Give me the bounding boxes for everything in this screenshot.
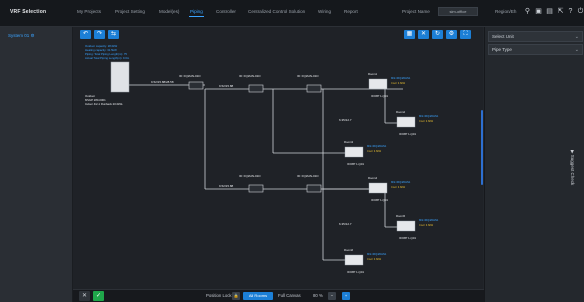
branch-joint[interactable] <box>248 84 264 93</box>
branch-joint[interactable] <box>306 84 322 93</box>
bottom-toolbar: ✕ ✓ Position Lock 🔒 All Rooms Full Canva… <box>73 289 484 302</box>
svg-text:MI2-36Q4/DHN1: MI2-36Q4/DHN1 <box>367 144 387 148</box>
branch-label: ID: FQZHN-01D <box>297 174 319 178</box>
user-icon[interactable]: ⚲ <box>524 8 531 15</box>
nav-my-projects[interactable]: My Projects <box>77 9 101 14</box>
svg-text:ID:DBT 1-Q4/1: ID:DBT 1-Q4/1 <box>399 132 417 136</box>
save-icon[interactable]: ▣ <box>535 8 542 15</box>
all-rooms-button[interactable]: All Rooms <box>243 292 273 300</box>
pipe-type-label: Pipe Type <box>492 47 512 52</box>
svg-text:MI2-36Q4/DHN1: MI2-36Q4/DHN1 <box>367 252 387 256</box>
project-name-field[interactable]: sim-office <box>438 7 478 16</box>
branch-joint[interactable] <box>248 184 264 193</box>
svg-text:ID:DBT 1-Q4/1: ID:DBT 1-Q4/1 <box>347 162 365 166</box>
project-name-label: Project Name <box>402 9 430 14</box>
confirm-button[interactable]: ✓ <box>93 291 104 301</box>
svg-text:Cool: 3.6kW: Cool: 3.6kW <box>367 149 382 153</box>
branch-label: ID: FQZHN-01D <box>239 74 261 78</box>
suggest-check-tab[interactable]: ▶ Suggest Check <box>567 150 577 200</box>
svg-text:MI2-36Q4/DHN1: MI2-36Q4/DHN1 <box>391 180 411 184</box>
chevron-down-icon: ⌄ <box>574 47 579 53</box>
branch-joint[interactable] <box>188 81 204 90</box>
app-title: VRF Selection <box>10 9 47 15</box>
nav-centralized-control[interactable]: Centralized Control Solution <box>248 9 305 14</box>
help-icon[interactable]: ? <box>567 8 574 15</box>
indoor-unit-4[interactable]: Room4 MI2-36Q4/DHN1 Cool: 3.6kW ID:DBT 1… <box>368 176 411 202</box>
svg-text:Room6: Room6 <box>344 248 353 252</box>
svg-text:MI2-36Q4/DHN1: MI2-36Q4/DHN1 <box>419 218 439 222</box>
pipe-label: 6.35/12.7 <box>339 118 352 122</box>
pipe-label: 6.35/12.7 <box>339 222 352 226</box>
svg-text:Cool: 3.6kW: Cool: 3.6kW <box>419 119 434 123</box>
select-unit-dropdown[interactable]: Select Unit ⌄ <box>488 31 583 42</box>
nav-controller[interactable]: Controller <box>216 9 236 14</box>
export-icon[interactable]: ⇱ <box>557 8 564 15</box>
svg-text:Room4: Room4 <box>368 176 377 180</box>
branch-joint[interactable] <box>306 184 322 193</box>
piping-diagram: ID: FQZHN-01D ID: FQZHN-01D ID: FQZHN-01… <box>85 44 439 274</box>
lock-icon[interactable]: 🔒 <box>232 292 240 300</box>
nav-project-setting[interactable]: Project Setting <box>115 9 145 14</box>
svg-text:Room1: Room1 <box>368 72 377 76</box>
nav-report[interactable]: Report <box>344 9 358 14</box>
branch-label: ID: FQZHN-01D <box>179 74 201 78</box>
select-unit-label: Select Unit <box>492 34 514 39</box>
zoom-level: 80 % <box>313 293 323 298</box>
chevron-down-icon: ⌄ <box>574 34 579 40</box>
svg-text:Cool: 3.6kW: Cool: 3.6kW <box>391 185 406 189</box>
region-selector[interactable]: Region/Eh <box>495 9 516 14</box>
logout-icon[interactable]: ⏻ <box>577 8 584 15</box>
svg-text:Room3: Room3 <box>344 140 353 144</box>
indoor-unit-3[interactable]: Room3 MI2-36Q4/DHN1 Cool: 3.6kW ID:DBT 1… <box>344 140 387 166</box>
indoor-unit-5[interactable]: Room5 MI2-36Q4/DHN1 Cool: 3.6kW ID:DBT 1… <box>396 214 439 240</box>
outdoor-unit[interactable] <box>110 61 130 93</box>
zoom-out-button[interactable]: − <box>328 292 336 300</box>
svg-text:ID:DBT 1-Q4/1: ID:DBT 1-Q4/1 <box>371 198 389 202</box>
indoor-unit-2[interactable]: Room2 MI2-36Q4/DHN1 Cool: 3.6kW ID:DBT 1… <box>396 110 439 136</box>
canvas-scrollbar[interactable] <box>481 110 483 185</box>
svg-text:Room2: Room2 <box>396 110 405 114</box>
position-lock-label: Position Lock <box>206 293 232 298</box>
close-button[interactable]: ✕ <box>79 291 90 301</box>
svg-text:ID:DBT 1-Q4/1: ID:DBT 1-Q4/1 <box>347 270 365 274</box>
indoor-unit-1[interactable]: Room1 MI2-36Q4/DHN1 Cool: 3.6kW ID:DBT 1… <box>368 72 411 98</box>
pipe-label: 9.52/15.88 <box>219 84 234 88</box>
print-icon[interactable]: ▤ <box>546 8 553 15</box>
suggest-check-label: ▶ Suggest Check <box>570 150 575 186</box>
outdoor-extra: Indoor 4/2-1 Runback 20.0kW- <box>85 102 123 106</box>
pipe-type-dropdown[interactable]: Pipe Type ⌄ <box>488 44 583 55</box>
svg-text:MI2-36Q4/DHN1: MI2-36Q4/DHN1 <box>391 76 411 80</box>
pipe-label: 9.52/15.88 <box>219 184 234 188</box>
svg-text:Cool: 3.6kW: Cool: 3.6kW <box>391 81 406 85</box>
system-item[interactable]: System 01 ⚙ <box>8 33 35 39</box>
svg-text:MI2-36Q4/DHN1: MI2-36Q4/DHN1 <box>419 114 439 118</box>
svg-text:Cool: 3.6kW: Cool: 3.6kW <box>419 223 434 227</box>
indoor-unit-6[interactable]: Room6 MI2-36Q4/DHN1 Cool: 3.6kW ID:DBT 1… <box>344 248 387 274</box>
outdoor-info-line: Actual Total Piping Length(m): 9.6m <box>85 56 130 60</box>
svg-text:ID:DBT 1-Q4/1: ID:DBT 1-Q4/1 <box>399 236 417 240</box>
nav-piping[interactable]: Piping <box>189 9 204 17</box>
svg-text:Cool: 3.6kW: Cool: 3.6kW <box>367 257 382 261</box>
system-list-panel: System 01 ⚙ <box>0 27 73 302</box>
branch-label: ID: FQZHN-01D <box>239 174 261 178</box>
pipe-label: 9.52/15.88/28.58 <box>151 80 174 84</box>
svg-text:ID:DBT 1-Q4/1: ID:DBT 1-Q4/1 <box>371 94 389 98</box>
zoom-in-button[interactable]: + <box>342 292 350 300</box>
svg-text:Room5: Room5 <box>396 214 405 218</box>
nav-models[interactable]: Model(es) <box>159 9 179 14</box>
branch-label: ID: FQZHN-01D <box>297 74 319 78</box>
top-bar: VRF Selection My Projects Project Settin… <box>0 0 584 27</box>
full-canvas-label[interactable]: Full Canvas <box>278 293 301 298</box>
nav-wiring[interactable]: Wiring <box>318 9 331 14</box>
app-window: VRF Selection My Projects Project Settin… <box>0 0 584 302</box>
